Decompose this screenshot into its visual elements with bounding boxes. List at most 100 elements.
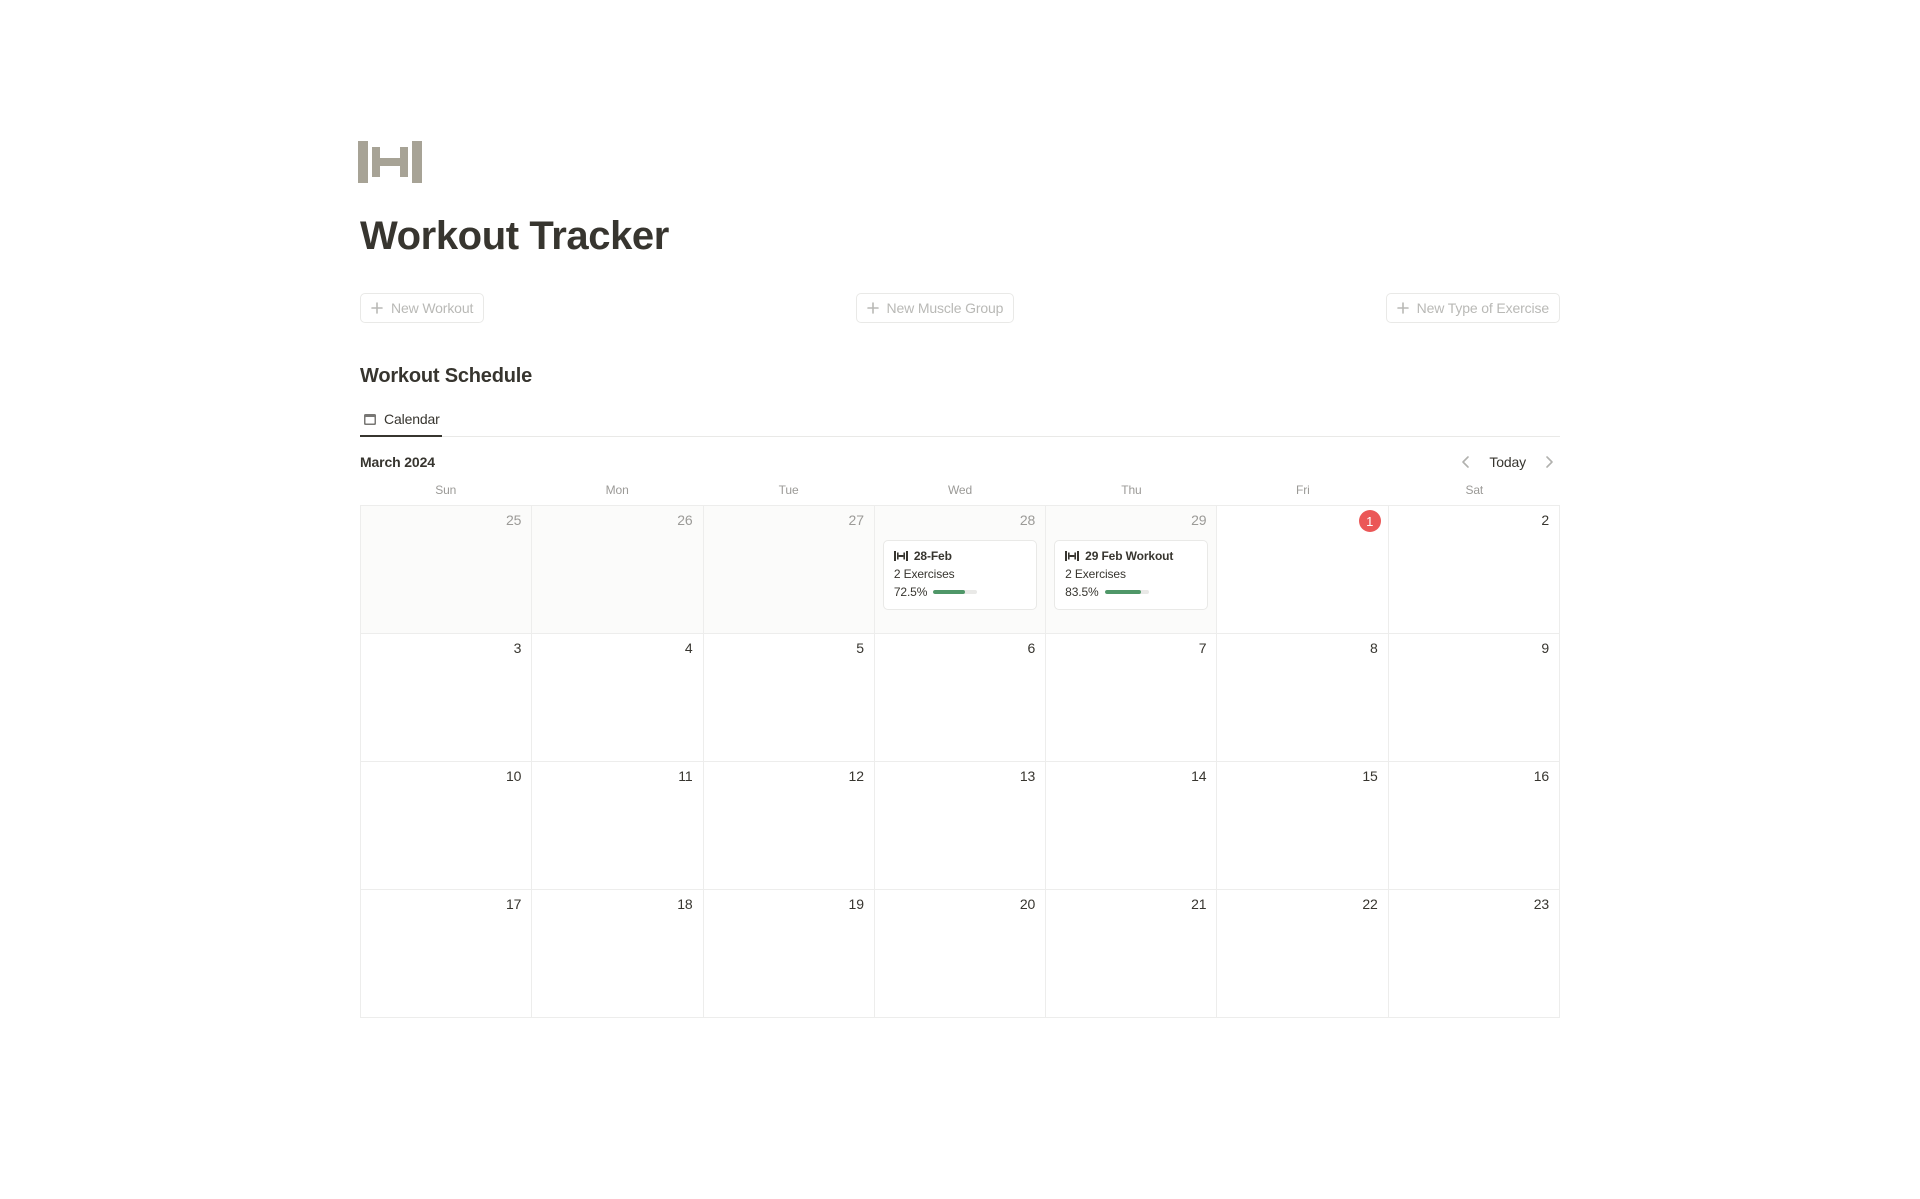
calendar-cell[interactable]: 19 <box>704 890 875 1018</box>
day-number: 21 <box>1191 896 1206 912</box>
weekday-row: Sun Mon Tue Wed Thu Fri Sat <box>360 483 1560 505</box>
calendar-cell[interactable]: 21 <box>1046 890 1217 1018</box>
day-number: 4 <box>685 640 693 656</box>
workout-event-card[interactable]: 28-Feb 2 Exercises 72.5% <box>883 540 1037 610</box>
event-subtitle: 2 Exercises <box>1065 567 1197 581</box>
calendar-cell[interactable]: 28 28-Feb 2 Exercises 72.5% <box>875 506 1046 634</box>
day-number: 5 <box>856 640 864 656</box>
new-workout-button[interactable]: New Workout <box>360 293 484 323</box>
event-title: 28-Feb <box>914 549 952 563</box>
day-number: 20 <box>1020 896 1035 912</box>
day-number: 28 <box>1020 512 1035 528</box>
calendar-header: March 2024 Today <box>360 451 1560 473</box>
calendar-icon <box>362 411 378 427</box>
weekday-sun: Sun <box>360 483 531 505</box>
page-title: Workout Tracker <box>360 214 1560 259</box>
calendar-cell[interactable]: 3 <box>361 634 532 762</box>
calendar-cell[interactable]: 8 <box>1217 634 1388 762</box>
plus-icon <box>369 300 385 316</box>
day-number: 9 <box>1541 640 1549 656</box>
day-number: 12 <box>849 768 864 784</box>
tab-calendar-label: Calendar <box>384 411 440 427</box>
dumbbell-icon <box>358 130 422 194</box>
calendar-cell[interactable]: 22 <box>1217 890 1388 1018</box>
calendar-cell[interactable]: 12 <box>704 762 875 890</box>
new-exercise-type-button[interactable]: New Type of Exercise <box>1386 293 1560 323</box>
event-progress: 72.5% <box>894 585 1026 599</box>
progress-bar <box>933 590 977 594</box>
today-date-badge: 1 <box>1359 510 1381 532</box>
tabs-row: Calendar <box>360 404 1560 437</box>
day-number: 25 <box>506 512 521 528</box>
calendar-cell[interactable]: 9 <box>1389 634 1560 762</box>
calendar-cell[interactable]: 6 <box>875 634 1046 762</box>
day-number: 6 <box>1027 640 1035 656</box>
new-muscle-group-button[interactable]: New Muscle Group <box>856 293 1015 323</box>
progress-bar <box>1105 590 1149 594</box>
day-number: 15 <box>1362 768 1377 784</box>
calendar-cell[interactable]: 16 <box>1389 762 1560 890</box>
calendar-cell[interactable]: 17 <box>361 890 532 1018</box>
day-number: 18 <box>677 896 692 912</box>
calendar-cell[interactable]: 5 <box>704 634 875 762</box>
calendar-cell[interactable]: 15 <box>1217 762 1388 890</box>
prev-month-button[interactable] <box>1455 451 1477 473</box>
day-number: 26 <box>677 512 692 528</box>
action-button-row: New Workout New Muscle Group New Type of… <box>360 293 1560 323</box>
calendar-cell[interactable]: 14 <box>1046 762 1217 890</box>
progress-percent: 72.5% <box>894 585 927 599</box>
calendar-cell[interactable]: 26 <box>532 506 703 634</box>
day-number: 23 <box>1534 896 1549 912</box>
weekday-fri: Fri <box>1217 483 1388 505</box>
calendar-cell[interactable]: 18 <box>532 890 703 1018</box>
event-title: 29 Feb Workout <box>1085 549 1173 563</box>
calendar-cell[interactable]: 11 <box>532 762 703 890</box>
day-number: 14 <box>1191 768 1206 784</box>
weekday-tue: Tue <box>703 483 874 505</box>
calendar-cell[interactable]: 10 <box>361 762 532 890</box>
event-progress: 83.5% <box>1065 585 1197 599</box>
weekday-sat: Sat <box>1389 483 1560 505</box>
calendar-cell[interactable]: 2 <box>1389 506 1560 634</box>
day-number: 27 <box>849 512 864 528</box>
next-month-button[interactable] <box>1538 451 1560 473</box>
weekday-mon: Mon <box>531 483 702 505</box>
weekday-wed: Wed <box>874 483 1045 505</box>
today-button[interactable]: Today <box>1483 452 1532 472</box>
day-number: 13 <box>1020 768 1035 784</box>
new-workout-label: New Workout <box>391 300 473 316</box>
calendar-cell[interactable]: 4 <box>532 634 703 762</box>
day-number: 3 <box>514 640 522 656</box>
tab-calendar[interactable]: Calendar <box>360 405 442 437</box>
calendar-cell[interactable]: 7 <box>1046 634 1217 762</box>
day-number: 2 <box>1541 512 1549 528</box>
day-number: 10 <box>506 768 521 784</box>
day-number: 8 <box>1370 640 1378 656</box>
calendar-cell[interactable]: 23 <box>1389 890 1560 1018</box>
day-number: 17 <box>506 896 521 912</box>
dumbbell-icon <box>1065 549 1079 563</box>
progress-percent: 83.5% <box>1065 585 1098 599</box>
day-number: 22 <box>1362 896 1377 912</box>
day-number: 29 <box>1191 512 1206 528</box>
plus-icon <box>1395 300 1411 316</box>
day-number: 7 <box>1199 640 1207 656</box>
section-title: Workout Schedule <box>360 365 1560 388</box>
day-number: 11 <box>678 768 692 784</box>
day-number: 16 <box>1534 768 1549 784</box>
calendar-cell[interactable]: 13 <box>875 762 1046 890</box>
new-exercise-type-label: New Type of Exercise <box>1417 300 1549 316</box>
calendar-cell[interactable]: 29 29 Feb Workout 2 Exercises 83.5% <box>1046 506 1217 634</box>
plus-icon <box>865 300 881 316</box>
calendar-cell[interactable]: 27 <box>704 506 875 634</box>
workout-event-card[interactable]: 29 Feb Workout 2 Exercises 83.5% <box>1054 540 1208 610</box>
event-subtitle: 2 Exercises <box>894 567 1026 581</box>
calendar-grid: 2526272828-Feb2 Exercises72.5%2929 Feb W… <box>360 505 1560 1018</box>
dumbbell-icon <box>894 549 908 563</box>
calendar-cell[interactable]: 20 <box>875 890 1046 1018</box>
calendar-cell[interactable]: 1 <box>1217 506 1388 634</box>
weekday-thu: Thu <box>1046 483 1217 505</box>
calendar-cell[interactable]: 25 <box>361 506 532 634</box>
new-muscle-group-label: New Muscle Group <box>887 300 1004 316</box>
calendar-month-label: March 2024 <box>360 454 435 470</box>
